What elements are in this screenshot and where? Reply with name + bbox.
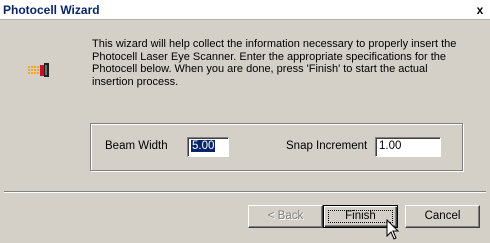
back-button[interactable]: < Back <box>248 205 323 228</box>
photocell-scanner-icon <box>28 63 49 77</box>
beam-width-label: Beam Width <box>105 140 168 152</box>
snap-increment-label: Snap Increment <box>286 140 368 152</box>
mouse-pointer-icon <box>386 219 400 240</box>
window-title: Photocell Wizard <box>3 3 100 17</box>
button-divider <box>4 191 486 193</box>
title-bar[interactable]: Photocell Wizard x <box>0 0 490 20</box>
snap-increment-field[interactable]: 1.00 <box>375 137 441 157</box>
cancel-button[interactable]: Cancel <box>405 205 480 228</box>
snap-increment-value: 1.00 <box>379 140 402 152</box>
close-icon[interactable]: x <box>472 2 488 18</box>
focus-rect <box>328 210 393 223</box>
intro-text: This wizard will help collect the inform… <box>92 38 457 88</box>
photocell-wizard-dialog: Photocell Wizard x This wizard will help… <box>0 0 490 243</box>
beam-width-field[interactable]: 5.00 <box>187 137 229 157</box>
beam-width-value: 5.00 <box>191 140 216 152</box>
specifications-group: Beam Width 5.00 Snap Increment 1.00 <box>90 123 463 171</box>
